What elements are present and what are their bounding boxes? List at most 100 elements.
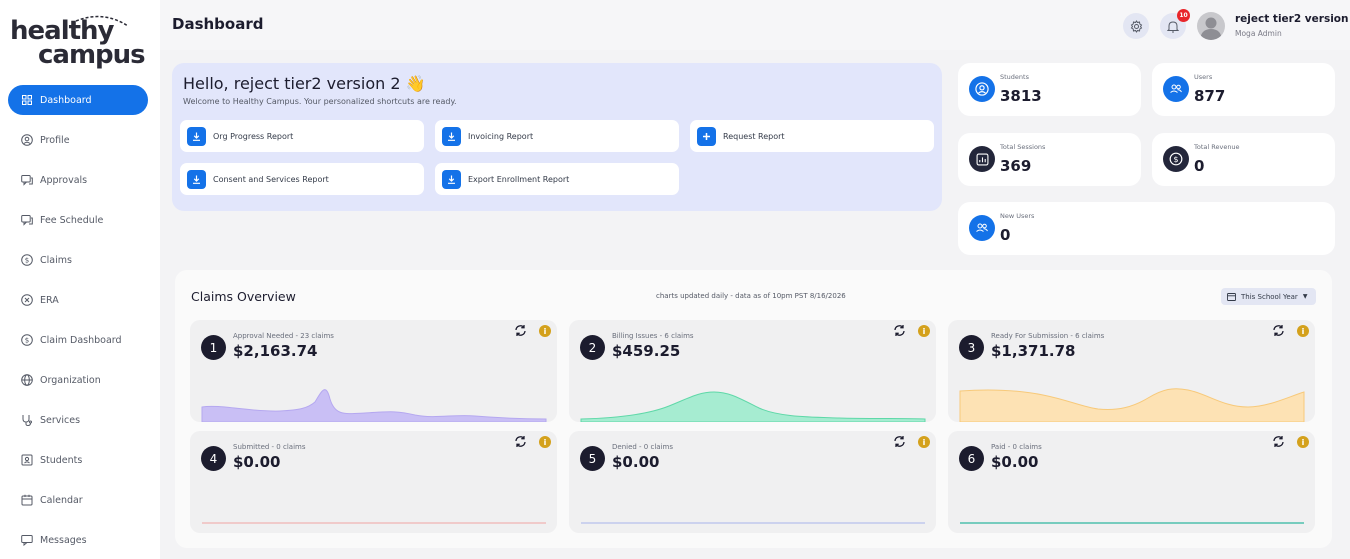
sidebar-item-approvals[interactable]: Approvals [8,165,148,195]
healthy-campus-logo[interactable]: healthy campus [8,12,153,72]
download-icon [187,169,206,189]
claim-card-amount: $0.00 [612,453,660,471]
info-icon[interactable]: i [918,436,930,448]
calendar-icon [1227,293,1236,301]
id-card-icon [20,453,34,467]
sidebar-item-label: Calendar [40,494,83,506]
claim-card-submitted[interactable]: 4 Submitted - 0 claims $0.00 i [190,431,557,533]
chat-check-icon [20,213,34,227]
stat-card-users: Users 877 [1152,63,1335,116]
settings-button[interactable] [1123,13,1149,39]
user-name[interactable]: reject tier2 version 2 [1235,13,1350,25]
user-circle-icon [20,133,34,147]
sidebar-item-students[interactable]: Students [8,445,148,475]
user-role: Moga Admin [1235,29,1282,38]
shortcut-export-enrollment-report[interactable]: Export Enrollment Report [435,163,679,195]
claim-card-ready-for-submission[interactable]: 3 Ready For Submission - 6 claims $1,371… [948,320,1315,422]
sidebar-item-organization[interactable]: Organization [8,365,148,395]
period-select[interactable]: This School Year ▼ [1221,288,1316,305]
sidebar-item-label: Claims [40,254,72,266]
svg-text:$: $ [25,257,29,265]
claim-card-billing-issues[interactable]: 2 Billing Issues - 6 claims $459.25 i [569,320,936,422]
sidebar-item-services[interactable]: Services [8,405,148,435]
claim-card-number: 3 [959,335,984,360]
claim-sparkline [201,389,547,422]
info-icon[interactable]: i [918,325,930,337]
sidebar-item-fee-schedule[interactable]: Fee Schedule [8,205,148,235]
notifications-button[interactable]: 10 [1160,9,1190,39]
shortcut-consent-services-report[interactable]: Consent and Services Report [180,163,424,195]
period-select-value: This School Year [1241,292,1298,301]
refresh-icon[interactable] [1272,435,1285,448]
stat-card-students: Students 3813 [958,63,1141,116]
info-icon[interactable]: i [1297,325,1309,337]
stat-label: Total Revenue [1194,143,1240,151]
user-circle-icon [969,76,995,102]
download-icon [187,126,206,146]
sidebar-item-label: Profile [40,134,70,146]
claim-card-label: Approval Needed - 23 claims [233,332,334,340]
claim-sparkline [202,522,546,524]
sidebar-item-label: Claim Dashboard [40,334,122,346]
shortcut-label: Consent and Services Report [213,174,329,184]
stat-card-total-revenue: $ Total Revenue 0 [1152,133,1335,186]
sidebar-item-calendar[interactable]: Calendar [8,485,148,515]
refresh-icon[interactable] [514,435,527,448]
claim-card-amount: $0.00 [991,453,1039,471]
shortcut-invoicing-report[interactable]: Invoicing Report [435,120,679,152]
claim-card-label: Paid - 0 claims [991,443,1042,451]
shortcut-request-report[interactable]: Request Report [690,120,934,152]
sidebar-item-label: Dashboard [40,94,92,106]
shortcut-label: Export Enrollment Report [468,174,570,184]
badge-icon [20,293,34,307]
claim-card-number: 5 [580,446,605,471]
bell-icon [1167,20,1179,32]
claim-sparkline [960,522,1304,524]
info-icon[interactable]: i [539,325,551,337]
refresh-icon[interactable] [514,324,527,337]
dollar-circle-icon: $ [20,253,34,267]
info-icon[interactable]: i [539,436,551,448]
dollar-circle-icon: $ [1163,146,1189,172]
claim-card-denied[interactable]: 5 Denied - 0 claims $0.00 i [569,431,936,533]
info-icon[interactable]: i [1297,436,1309,448]
welcome-greeting: Hello, reject tier2 version 2 👋 [183,74,426,93]
sidebar-item-era[interactable]: ERA [8,285,148,315]
shortcut-org-progress-report[interactable]: Org Progress Report [180,120,424,152]
claim-card-amount: $459.25 [612,342,681,360]
avatar[interactable] [1197,12,1225,40]
download-icon [442,169,461,189]
stat-label: Students [1000,73,1029,81]
sidebar-item-claims[interactable]: $ Claims [8,245,148,275]
sidebar-item-profile[interactable]: Profile [8,125,148,155]
stat-card-new-users: New Users 0 [958,202,1335,255]
stat-value: 0 [1194,157,1205,175]
shortcut-label: Invoicing Report [468,131,534,141]
sidebar-item-messages[interactable]: Messages [8,525,148,555]
refresh-icon[interactable] [1272,324,1285,337]
sidebar-item-dashboard[interactable]: Dashboard [8,85,148,115]
stat-value: 369 [1000,157,1032,175]
claim-card-paid[interactable]: 6 Paid - 0 claims $0.00 i [948,431,1315,533]
shortcut-label: Request Report [723,131,785,141]
refresh-icon[interactable] [893,435,906,448]
claim-card-number: 6 [959,446,984,471]
download-icon [442,126,461,146]
sidebar-nav: Dashboard Profile Approvals Fee Schedule… [8,85,148,559]
claim-card-label: Ready For Submission - 6 claims [991,332,1105,340]
calendar-icon [20,493,34,507]
claims-overview-title: Claims Overview [191,289,296,304]
claim-card-approval-needed[interactable]: 1 Approval Needed - 23 claims $2,163.74 … [190,320,557,422]
sidebar-item-claim-dashboard[interactable]: $ Claim Dashboard [8,325,148,355]
claim-sparkline [959,388,1305,422]
grid-icon [20,93,34,107]
message-icon [20,533,34,547]
user-avatar-icon [1200,17,1222,40]
svg-text:$: $ [1173,154,1178,164]
dollar-circle-icon: $ [20,333,34,347]
refresh-icon[interactable] [893,324,906,337]
plus-icon [697,126,716,146]
claim-card-amount: $1,371.78 [991,342,1076,360]
stat-label: Users [1194,73,1213,81]
gear-icon [1130,19,1142,33]
